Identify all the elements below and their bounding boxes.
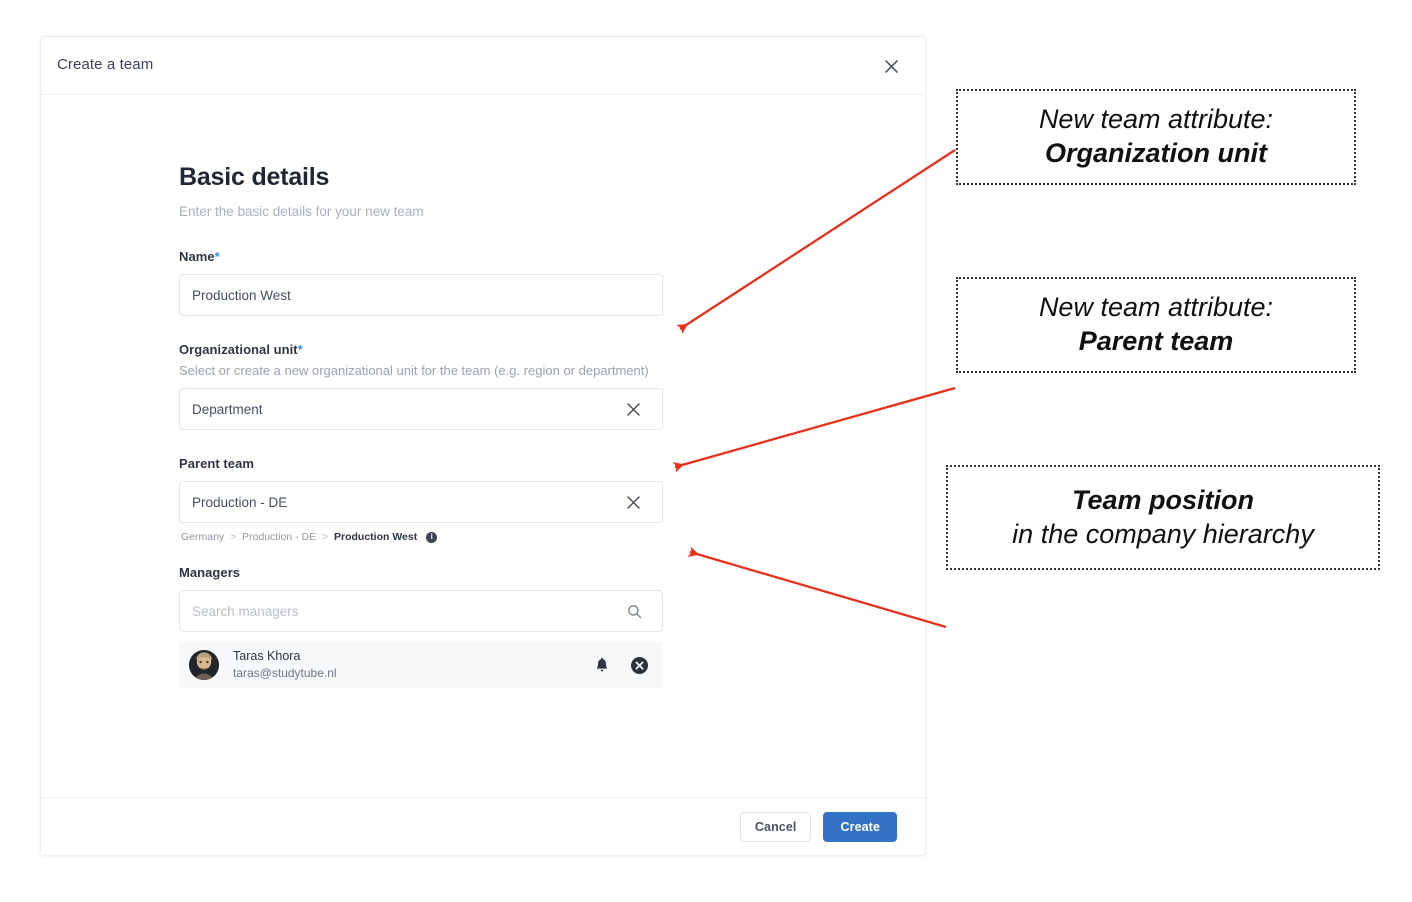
remove-circle-icon[interactable] xyxy=(629,655,649,675)
org-unit-input[interactable]: Department xyxy=(179,388,663,430)
manager-email: taras@studytube.nl xyxy=(233,666,337,681)
avatar xyxy=(189,650,219,680)
cancel-button[interactable]: Cancel xyxy=(739,811,812,842)
info-icon[interactable]: i xyxy=(426,531,438,543)
name-label-text: Name xyxy=(179,249,215,264)
annotation-org-line2: Organization unit xyxy=(1045,138,1267,168)
org-unit-input-wrap: Department xyxy=(179,388,663,430)
manager-name: Taras Khora xyxy=(233,649,301,664)
annotation-position-line2: in the company hierarchy xyxy=(1012,518,1314,549)
name-required-marker: * xyxy=(214,249,220,264)
search-managers-placeholder: Search managers xyxy=(192,603,299,619)
annotation-parent-line2: Parent team xyxy=(1078,326,1234,356)
parent-team-input-value: Production - DE xyxy=(192,494,288,510)
list-item: Taras Khora taras@studytube.nl xyxy=(179,642,663,688)
parent-team-clear-icon[interactable] xyxy=(622,491,644,513)
annotation-org-line1: New team attribute: xyxy=(1038,104,1274,135)
name-input-wrap: Production West xyxy=(179,274,663,316)
create-team-dialog: Create a team Basic details Enter the ba… xyxy=(40,36,926,856)
dialog-header: Create a team xyxy=(41,37,925,95)
annotation-parent-line1: New team attribute: xyxy=(1038,292,1274,323)
org-unit-field-label: Organizational unit* xyxy=(179,342,663,357)
dialog-title: Create a team xyxy=(57,56,154,73)
managers-field-label: Managers xyxy=(179,565,241,580)
parent-team-input[interactable]: Production - DE xyxy=(179,481,663,523)
org-unit-input-value: Department xyxy=(192,401,263,417)
org-unit-required-marker: * xyxy=(297,342,303,357)
org-unit-clear-icon[interactable] xyxy=(622,398,644,420)
name-input-value: Production West xyxy=(192,287,291,303)
breadcrumb-separator-0: > xyxy=(230,531,237,543)
basic-details-form: Basic details Enter the basic details fo… xyxy=(179,163,663,688)
breadcrumb-item-1[interactable]: Production - DE xyxy=(242,531,316,543)
breadcrumb-item-0[interactable]: Germany xyxy=(181,531,224,543)
org-unit-help-text: Select or create a new organizational un… xyxy=(179,363,649,378)
dialog-footer: Cancel Create xyxy=(41,797,925,855)
screenshot-root: Create a team Basic details Enter the ba… xyxy=(0,0,1412,902)
dialog-body: Basic details Enter the basic details fo… xyxy=(41,95,925,798)
annotation-team-position: Team position in the company hierarchy xyxy=(946,465,1380,570)
name-field-label: Name* xyxy=(179,249,663,264)
annotation-parent-team: New team attribute: Parent team xyxy=(956,277,1356,373)
managers-search-wrap: Search managers xyxy=(179,590,663,632)
name-input[interactable]: Production West xyxy=(179,274,663,316)
parent-team-field-label: Parent team xyxy=(179,456,254,471)
breadcrumb-item-2: Production West xyxy=(334,531,418,543)
org-unit-label-text: Organizational unit xyxy=(179,342,298,357)
annotation-organization-unit: New team attribute: Organization unit xyxy=(956,89,1356,185)
parent-team-input-wrap: Production - DE xyxy=(179,481,663,523)
search-icon[interactable] xyxy=(624,601,644,621)
create-button[interactable]: Create xyxy=(823,811,897,842)
manager-info: Taras Khora taras@studytube.nl xyxy=(233,648,591,681)
page-title: Basic details xyxy=(179,163,330,191)
bell-icon[interactable] xyxy=(591,654,613,676)
annotation-position-line1: Team position xyxy=(1071,484,1254,515)
breadcrumb-separator-1: > xyxy=(322,531,328,543)
search-managers-input[interactable]: Search managers xyxy=(179,590,663,632)
section-subtitle: Enter the basic details for your new tea… xyxy=(179,204,424,219)
breadcrumb: Germany > Production - DE > Production W… xyxy=(181,531,663,543)
close-icon[interactable] xyxy=(879,54,903,78)
